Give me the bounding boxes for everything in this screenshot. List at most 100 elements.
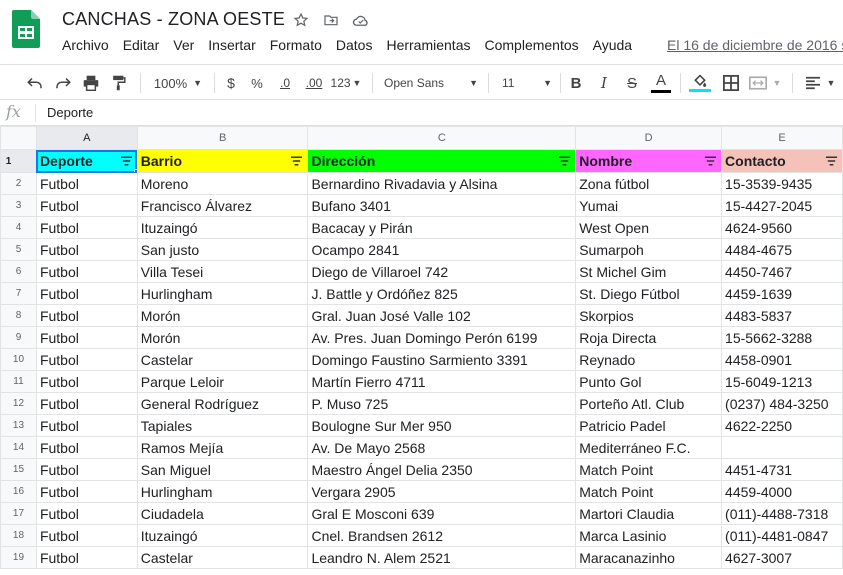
cell-deporte[interactable]: Futbol	[35, 436, 138, 459]
filter-icon[interactable]	[120, 155, 133, 167]
cell-contacto[interactable]: (011)-4481-0847	[721, 524, 843, 547]
row-header[interactable]: 6	[0, 260, 37, 283]
cell-direccion[interactable]: Domingo Faustino Sarmiento 3391	[307, 348, 577, 371]
cell-direccion[interactable]: Bacacay y Pirán	[307, 216, 577, 239]
cell-nombre[interactable]: Yumai	[575, 194, 723, 217]
row-header[interactable]: 16	[0, 480, 37, 503]
cell-contacto[interactable]: 4622-2250	[721, 414, 843, 437]
cell-direccion[interactable]: P. Muso 725	[307, 392, 577, 415]
cell-barrio[interactable]: Hurlingham	[136, 480, 309, 503]
cell-deporte[interactable]: Futbol	[35, 524, 138, 547]
cell-deporte[interactable]: Futbol	[35, 194, 138, 217]
cell-contacto[interactable]: 4451-4731	[721, 458, 843, 481]
column-header-d[interactable]: D	[575, 126, 723, 150]
cell-direccion[interactable]: Bufano 3401	[307, 194, 577, 217]
cell-barrio[interactable]: Ituzaingó	[136, 524, 309, 547]
cell-barrio[interactable]: Morón	[136, 304, 309, 327]
cell-contacto[interactable]: 15-3539-9435	[721, 172, 843, 195]
select-all-corner[interactable]	[0, 126, 37, 150]
zoom-select[interactable]: 100% ▼	[150, 71, 206, 95]
cell-nombre[interactable]: St. Diego Fútbol	[575, 282, 723, 305]
cell-nombre[interactable]: Patricio Padel	[575, 414, 723, 437]
cell-barrio[interactable]: Castelar	[136, 348, 309, 371]
paint-format-icon[interactable]	[108, 71, 130, 95]
cell-contacto[interactable]: 4627-3007	[721, 546, 843, 569]
row-header[interactable]: 18	[0, 524, 37, 547]
header-cell-nombre[interactable]: Nombre	[575, 149, 723, 173]
cell-direccion[interactable]: Maestro Ángel Delia 2350	[307, 458, 577, 481]
menu-editar[interactable]: Editar	[123, 37, 167, 53]
undo-icon[interactable]	[24, 71, 46, 95]
increase-decimals-button[interactable]: .00	[302, 71, 326, 95]
column-header-b[interactable]: B	[136, 126, 309, 150]
column-header-a[interactable]: A	[35, 126, 138, 150]
cell-contacto[interactable]: 15-4427-2045	[721, 194, 843, 217]
row-header[interactable]: 3	[0, 194, 37, 217]
cell-deporte[interactable]: Futbol	[35, 392, 138, 415]
header-cell-barrio[interactable]: Barrio	[136, 149, 309, 173]
cell-deporte[interactable]: Futbol	[35, 238, 138, 261]
cell-barrio[interactable]: Ciudadela	[136, 502, 309, 525]
cell-direccion[interactable]: Bernardino Rivadavia y Alsina	[307, 172, 577, 195]
bold-button[interactable]: B	[566, 71, 586, 95]
filter-icon[interactable]	[704, 155, 717, 167]
header-cell-contacto[interactable]: Contacto	[721, 149, 843, 173]
cell-direccion[interactable]: Boulogne Sur Mer 950	[307, 414, 577, 437]
filter-icon[interactable]	[825, 155, 838, 167]
merge-cells-icon[interactable]: ▼	[748, 71, 782, 95]
formula-input[interactable]: Deporte	[47, 105, 93, 120]
menu-archivo[interactable]: Archivo	[62, 37, 116, 53]
cell-contacto[interactable]: 4459-1639	[721, 282, 843, 305]
cell-deporte[interactable]: Futbol	[35, 172, 138, 195]
cell-direccion[interactable]: Cnel. Brandsen 2612	[307, 524, 577, 547]
row-header[interactable]: 8	[0, 304, 37, 327]
cell-barrio[interactable]: San justo	[136, 238, 309, 261]
row-header[interactable]: 12	[0, 392, 37, 415]
cell-nombre[interactable]: Match Point	[575, 458, 723, 481]
column-header-e[interactable]: E	[721, 126, 843, 150]
fill-color-icon[interactable]	[688, 71, 712, 95]
cell-barrio[interactable]: Ramos Mejía	[136, 436, 309, 459]
cell-contacto[interactable]	[721, 436, 843, 459]
cell-direccion[interactable]: Ocampo 2841	[307, 238, 577, 261]
row-header[interactable]: 17	[0, 502, 37, 525]
cell-barrio[interactable]: Francisco Álvarez	[136, 194, 309, 217]
cell-deporte[interactable]: Futbol	[35, 326, 138, 349]
cell-deporte[interactable]: Futbol	[35, 304, 138, 327]
menu-complementos[interactable]: Complementos	[484, 37, 585, 53]
cell-contacto[interactable]: 4624-9560	[721, 216, 843, 239]
borders-icon[interactable]	[720, 71, 742, 95]
menu-formato[interactable]: Formato	[270, 37, 329, 53]
row-header[interactable]: 7	[0, 282, 37, 305]
cell-nombre[interactable]: Martori Claudia	[575, 502, 723, 525]
cell-contacto[interactable]: (011)-4488-7318	[721, 502, 843, 525]
cell-deporte[interactable]: Futbol	[35, 260, 138, 283]
percent-button[interactable]: %	[248, 71, 266, 95]
header-cell-deporte[interactable]: Deporte	[35, 149, 138, 173]
row-header[interactable]: 11	[0, 370, 37, 393]
cell-nombre[interactable]: Punto Gol	[575, 370, 723, 393]
cell-deporte[interactable]: Futbol	[35, 348, 138, 371]
cell-barrio[interactable]: General Rodríguez	[136, 392, 309, 415]
star-icon[interactable]	[292, 11, 310, 29]
last-edit-link[interactable]: El 16 de diciembre de 2016 s	[667, 37, 843, 53]
cell-direccion[interactable]: Martín Fierro 4711	[307, 370, 577, 393]
cell-deporte[interactable]: Futbol	[35, 216, 138, 239]
cell-nombre[interactable]: Mediterráneo F.C.	[575, 436, 723, 459]
cell-nombre[interactable]: Zona fútbol	[575, 172, 723, 195]
decrease-decimals-button[interactable]: .0	[274, 71, 296, 95]
cell-direccion[interactable]: J. Battle y Ordóñez 825	[307, 282, 577, 305]
italic-button[interactable]: I	[594, 71, 614, 95]
document-title[interactable]: CANCHAS - ZONA OESTE	[62, 9, 285, 30]
cell-contacto[interactable]: 4484-4675	[721, 238, 843, 261]
row-header[interactable]: 9	[0, 326, 37, 349]
cell-direccion[interactable]: Av. Pres. Juan Domingo Perón 6199	[307, 326, 577, 349]
menu-herramientas[interactable]: Herramientas	[386, 37, 477, 53]
cell-nombre[interactable]: St Michel Gim	[575, 260, 723, 283]
redo-icon[interactable]	[52, 71, 74, 95]
cell-deporte[interactable]: Futbol	[35, 370, 138, 393]
row-header[interactable]: 19	[0, 546, 37, 569]
row-header[interactable]: 13	[0, 414, 37, 437]
cell-direccion[interactable]: Leandro N. Alem 2521	[307, 546, 577, 569]
row-header[interactable]: 2	[0, 172, 37, 195]
